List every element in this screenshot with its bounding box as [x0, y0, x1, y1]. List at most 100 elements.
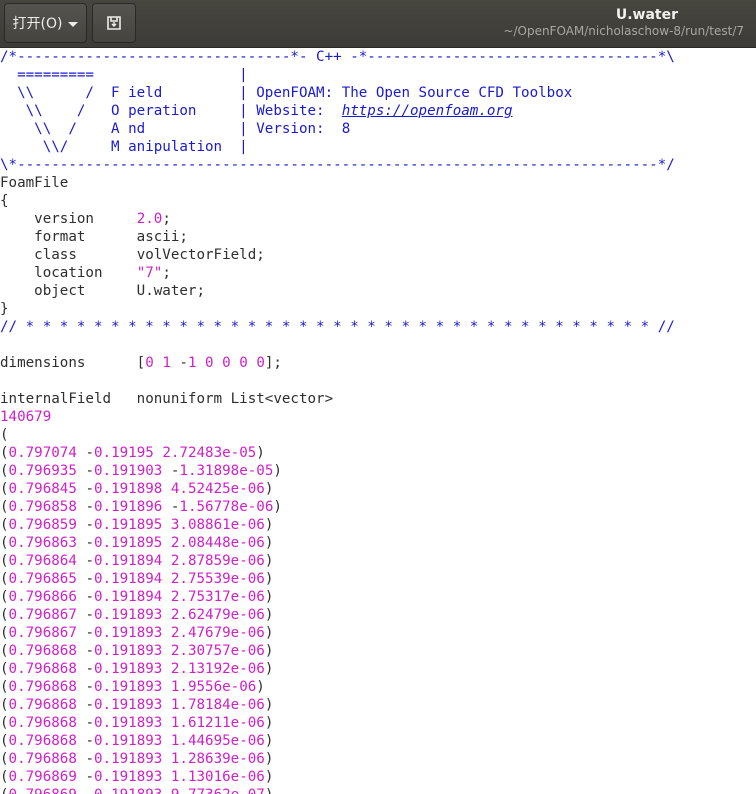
minus-sign: -: [85, 571, 94, 587]
vector-row: (0.796864 -0.191894 2.87859e-06): [0, 553, 273, 569]
vector-component: 2.13192e-06: [170, 661, 265, 677]
dimension-value: 1: [162, 355, 171, 371]
paren-open: (: [0, 769, 9, 785]
vector-component: 2.08448e-06: [170, 535, 265, 551]
foamfile-key-class: class: [34, 247, 77, 263]
semicolon: ;: [162, 211, 171, 227]
vector-component: 0.191893: [94, 787, 162, 794]
paren-open: (: [0, 787, 9, 794]
vector-component: 0.191893: [93, 733, 163, 749]
paren-open: (: [0, 463, 9, 479]
vector-component: 0.191894: [93, 589, 163, 605]
vector-component: 0.191893: [93, 625, 163, 641]
open-brace: {: [0, 193, 9, 209]
foamfile-entries: version 2.0; format ascii; class volVect…: [0, 211, 265, 299]
minus-sign: -: [85, 535, 94, 551]
vector-component: 2.72483e-05: [162, 445, 257, 461]
vector-component: 1.78184e-06: [170, 697, 265, 713]
vector-row: (0.796868 -0.191893 1.44695e-06): [0, 733, 273, 749]
vector-component: 0.191895: [93, 517, 163, 533]
save-button[interactable]: [92, 3, 136, 43]
paren-close: ): [264, 661, 274, 677]
vector-row: (0.796935 -0.191903 -1.31898e-05): [0, 463, 282, 479]
vector-component: 1.28639e-06: [170, 751, 265, 767]
paren-close: ): [264, 553, 274, 569]
vector-component: 2.87859e-06: [170, 553, 265, 569]
vector-component: 0.191893: [93, 643, 163, 659]
minus-sign: -: [85, 553, 94, 569]
vector-component: 1.61211e-06: [170, 715, 265, 731]
info-label-3: Version:: [256, 121, 342, 137]
dimension-value: 0: [205, 355, 214, 371]
vector-component: 0.796864: [8, 553, 77, 569]
logo-line-4: \\ / A nd |: [0, 121, 248, 137]
vector-row: (0.796858 -0.191896 -1.56778e-06): [0, 499, 282, 515]
vector-row: (0.796866 -0.191894 2.75317e-06): [0, 589, 273, 605]
vector-row: (0.796868 -0.191893 1.78184e-06): [0, 697, 273, 713]
minus-sign: -: [85, 607, 94, 623]
dimensions-keyword: dimensions: [0, 355, 86, 371]
vector-component: 0.796867: [8, 625, 77, 641]
foamfile-key-object: object: [34, 283, 86, 299]
logo-line-1: ========= |: [0, 67, 248, 83]
vector-row: (0.796859 -0.191895 3.08861e-06): [0, 517, 273, 533]
minus-sign: -: [85, 679, 94, 695]
vector-row: (0.796868 -0.191893 1.28639e-06): [0, 751, 273, 767]
minus-sign: -: [85, 445, 94, 461]
vector-component: 0.797074: [8, 445, 77, 461]
paren-close: ): [256, 445, 265, 461]
semicolon: ;: [179, 229, 188, 245]
vector-row: (0.796867 -0.191893 2.62479e-06): [0, 607, 273, 623]
paren-open: (: [0, 697, 9, 713]
minus-sign: -: [85, 697, 94, 713]
paren-open: (: [0, 571, 9, 587]
paren-close: ): [264, 481, 274, 497]
paren-close: ): [264, 571, 274, 587]
foamfile-value-object: U.water: [136, 283, 197, 299]
chevron-down-icon: [68, 21, 79, 27]
foamfile-value-format: ascii: [136, 229, 180, 245]
semicolon: ;: [196, 283, 206, 299]
text-editor[interactable]: /*--------------------------------*- C++…: [0, 47, 756, 794]
vector-component: 0.191893: [93, 661, 163, 677]
open-button[interactable]: 打开(O): [4, 3, 87, 43]
paren-open: (: [0, 445, 9, 461]
vector-component: 0.796869: [8, 769, 77, 785]
paren-open: (: [0, 715, 9, 731]
vector-component: 2.30757e-06: [170, 643, 265, 659]
bracket-close: ];: [264, 355, 282, 371]
foamfile-value-version: 2.0: [136, 211, 163, 227]
vector-component: 0.191898: [93, 481, 163, 497]
vector-component: 3.08861e-06: [170, 517, 265, 533]
minus-sign: -: [85, 751, 94, 767]
vector-component: 1.13016e-06: [170, 769, 265, 785]
vector-component: 0.191893: [93, 769, 163, 785]
paren-open: (: [0, 643, 9, 659]
dimension-value: 0: [239, 355, 248, 371]
file-name: U.water: [615, 7, 678, 23]
internalfield-keyword: internalField: [0, 391, 112, 407]
paren-open: (: [0, 553, 9, 569]
header-border-top: /*--------------------------------*- C++…: [0, 49, 675, 65]
info-label-1: OpenFOAM:: [256, 85, 342, 101]
file-path: ~/OpenFOAM/nicholaschow-8/run/test/7: [503, 24, 744, 38]
paren-open: (: [0, 751, 9, 767]
vector-component: 0.796868: [8, 697, 77, 713]
vector-component: 0.191895: [93, 535, 163, 551]
info-value-3: 8: [341, 121, 351, 137]
semicolon: ;: [256, 247, 265, 263]
vector-component: 0.191903: [93, 463, 163, 479]
vector-row: (0.796867 -0.191893 2.47679e-06): [0, 625, 273, 641]
vector-component: 0.191893: [93, 679, 163, 695]
logo-line-5: \\/ M anipulation |: [0, 139, 248, 155]
bracket-open: [: [136, 355, 146, 371]
paren-open: (: [0, 625, 9, 641]
vector-component: 0.191894: [93, 571, 163, 587]
website-link[interactable]: https://openfoam.org: [342, 103, 513, 119]
minus-sign: -: [85, 589, 94, 605]
vector-component: 0.796868: [8, 643, 77, 659]
paren-open: (: [0, 499, 9, 515]
internalfield-type: nonuniform List<vector>: [136, 391, 334, 407]
vector-component: 0.191893: [93, 697, 163, 713]
code-view[interactable]: /*--------------------------------*- C++…: [0, 47, 756, 794]
